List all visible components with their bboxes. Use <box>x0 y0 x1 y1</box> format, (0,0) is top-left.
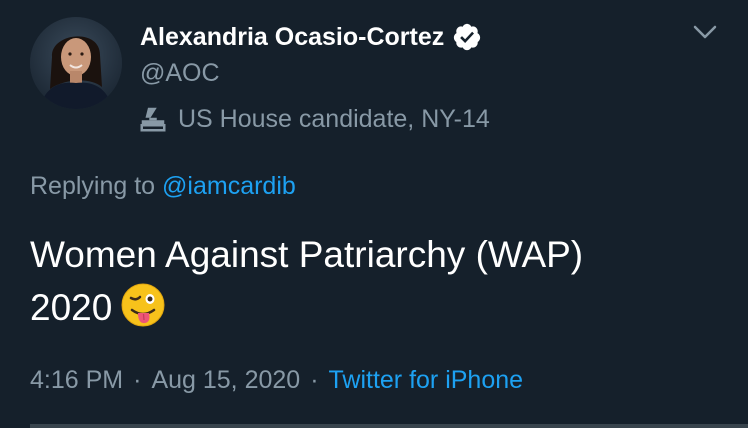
ballot-box-icon <box>140 107 166 132</box>
tweet-source-link[interactable]: Twitter for iPhone <box>329 366 524 395</box>
replying-to: Replying to @iamcardib <box>30 172 296 201</box>
tweet-text-line-2-text: 2020 <box>30 287 113 328</box>
tweet-text-line-2: 2020 <box>30 281 720 334</box>
winking-face-with-tongue-emoji <box>121 283 165 327</box>
chevron-down-icon[interactable] <box>692 23 718 41</box>
tweet-meta: 4:16 PM · Aug 15, 2020 · Twitter for iPh… <box>30 366 523 395</box>
tweet-card: Alexandria Ocasio-Cortez @AOC US House c… <box>0 0 748 428</box>
author-name-row[interactable]: Alexandria Ocasio-Cortez <box>140 22 482 52</box>
tweet-date[interactable]: Aug 15, 2020 <box>151 366 300 395</box>
divider <box>30 424 748 428</box>
replying-to-prefix: Replying to <box>30 172 156 200</box>
tweet-time[interactable]: 4:16 PM <box>30 366 123 395</box>
author-label: US House candidate, NY-14 <box>178 104 490 133</box>
avatar-photo <box>30 17 122 109</box>
author-handle[interactable]: @AOC <box>140 59 220 88</box>
meta-separator: · <box>310 366 319 394</box>
mention-link[interactable]: @iamcardib <box>162 172 296 200</box>
author-label-row: US House candidate, NY-14 <box>138 104 490 134</box>
avatar[interactable] <box>30 17 122 109</box>
meta-separator: · <box>133 366 142 394</box>
author-name[interactable]: Alexandria Ocasio-Cortez <box>140 23 444 52</box>
verified-badge-icon <box>454 23 481 51</box>
tweet-text: Women Against Patriarchy (WAP) 2020 <box>30 228 720 334</box>
tweet-text-line-1: Women Against Patriarchy (WAP) <box>30 234 584 275</box>
